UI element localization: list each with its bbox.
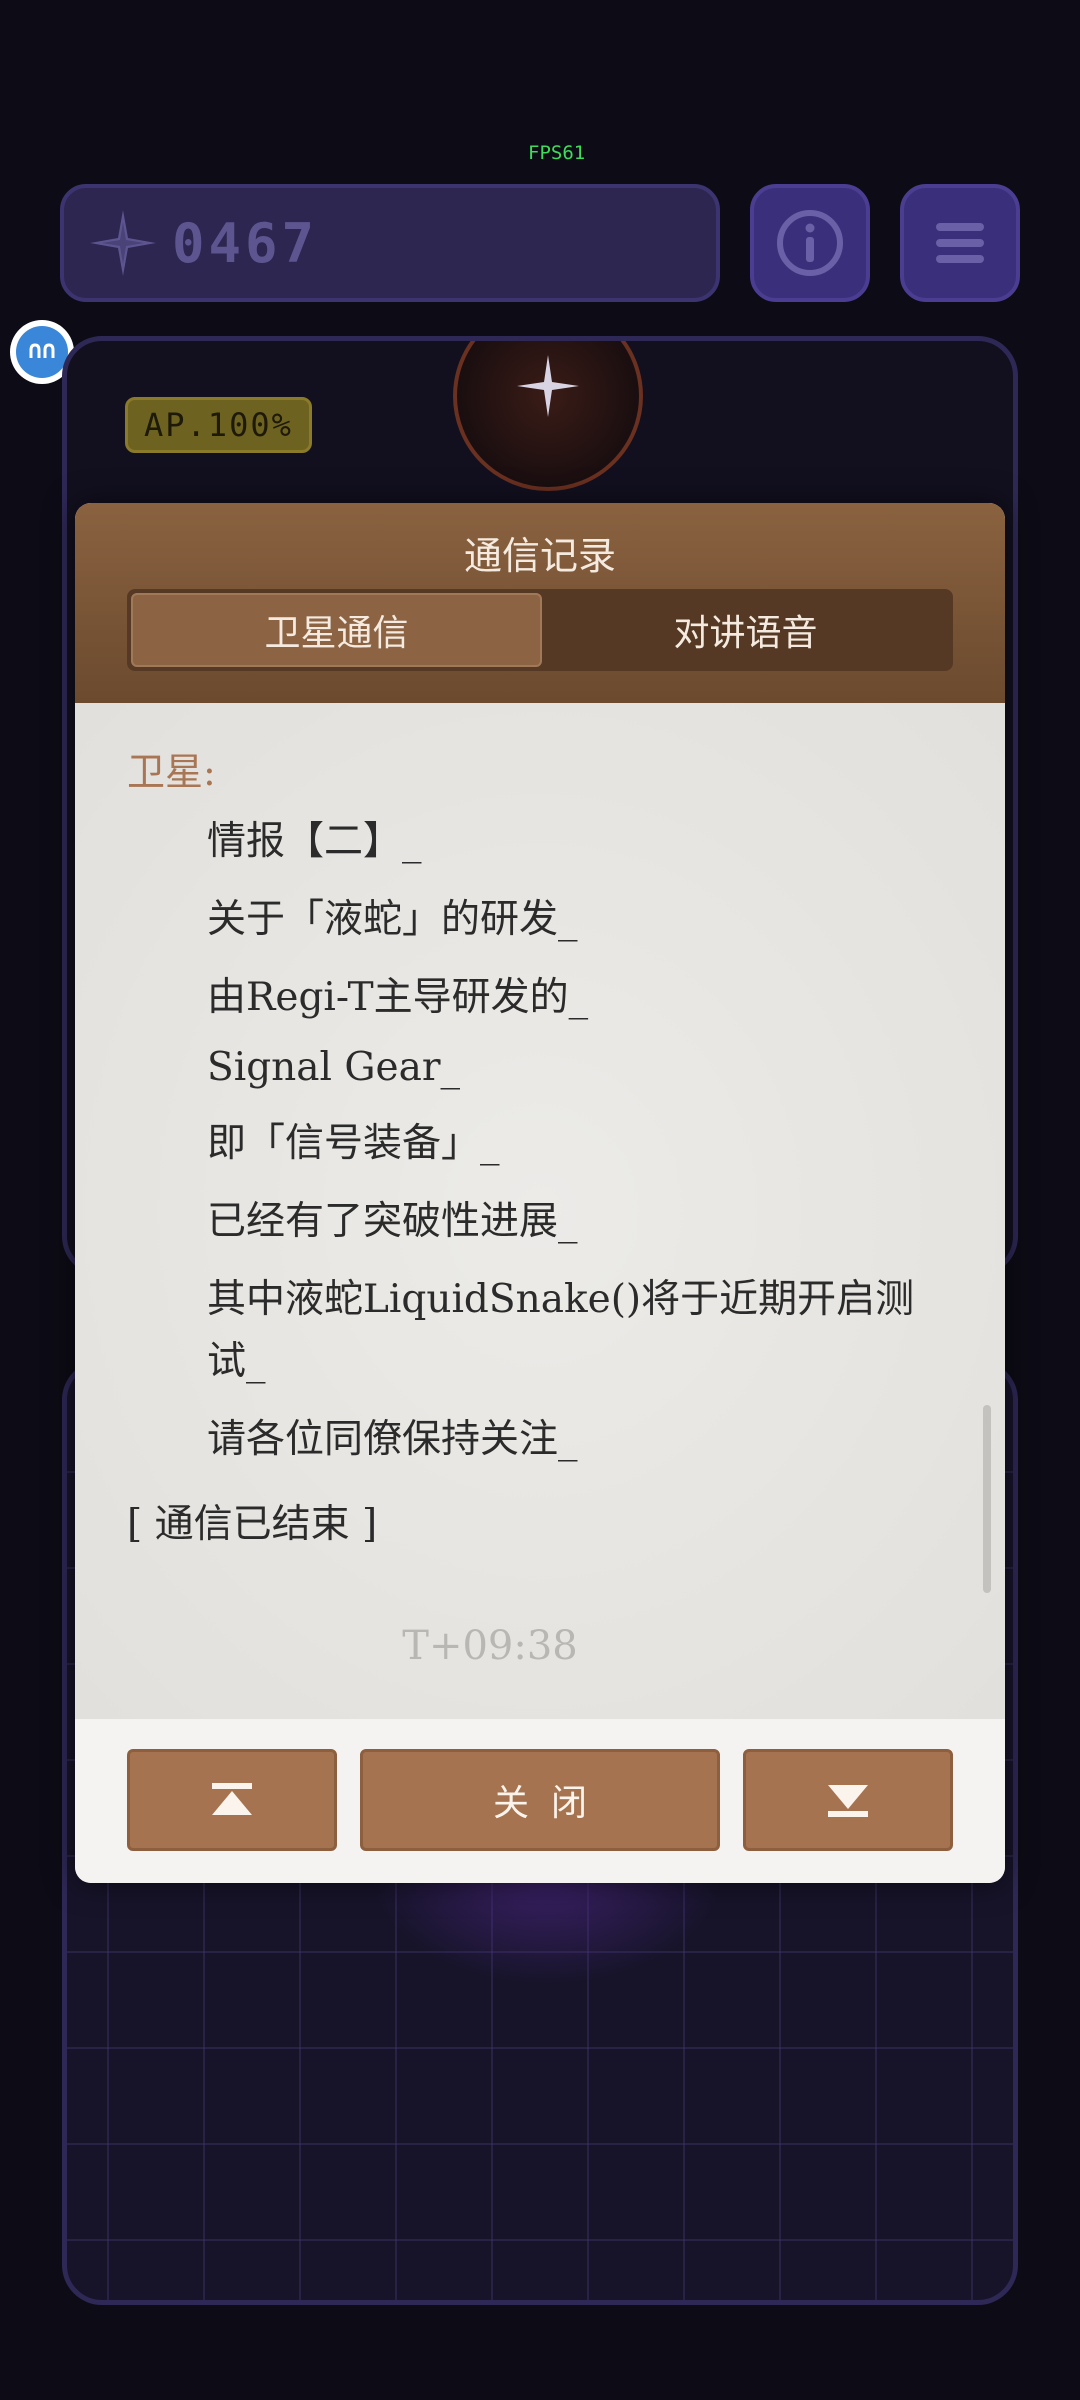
sparkle-icon bbox=[517, 355, 579, 417]
dialog-title: 通信记录 bbox=[463, 534, 616, 578]
message-line: 关于「液蛇」的研发_ bbox=[207, 897, 578, 942]
face-icon bbox=[29, 343, 55, 358]
timestamp: T+09:38 bbox=[402, 1623, 578, 1669]
message-scroll-area[interactable]: 卫星: 情报【二】_ 关于「液蛇」的研发_ 由Regi-T主导研发的_ Sign… bbox=[75, 703, 1005, 1719]
compass-star-icon bbox=[90, 210, 156, 276]
message-line: 即「信号装备」_ bbox=[207, 1121, 500, 1166]
hamburger-menu-icon bbox=[936, 223, 984, 263]
message-line: 请各位同僚保持关注_ bbox=[207, 1417, 578, 1462]
fps-counter: FPS61 bbox=[528, 142, 586, 164]
end-of-transmission: [ 通信已结束 ] bbox=[127, 1502, 378, 1547]
info-icon bbox=[777, 210, 843, 276]
tab-voice[interactable]: 对讲语音 bbox=[542, 593, 949, 667]
message-line: 情报【二】_ bbox=[207, 819, 422, 864]
dialog-header: 通信记录 卫星通信 对讲语音 bbox=[75, 503, 1005, 703]
scrollbar[interactable] bbox=[983, 1405, 991, 1593]
message-line: 已经有了突破性进展_ bbox=[207, 1199, 578, 1244]
tab-bar: 卫星通信 对讲语音 bbox=[127, 589, 953, 671]
comm-log-dialog: 通信记录 卫星通信 对讲语音 卫星: 情报【二】_ 关于「液蛇」的研发_ 由Re… bbox=[75, 503, 1005, 1883]
scroll-to-bottom-icon bbox=[828, 1785, 868, 1817]
score-display: 0467 bbox=[60, 184, 720, 302]
ap-badge: AP.100% bbox=[125, 397, 312, 453]
message-line: 其中液蛇LiquidSnake()将于近期开启测 bbox=[207, 1277, 915, 1322]
avatar bbox=[16, 326, 68, 378]
scroll-bottom-button[interactable] bbox=[743, 1749, 953, 1851]
message-line: 由Regi-T主导研发的_ bbox=[207, 975, 589, 1020]
tab-satellite[interactable]: 卫星通信 bbox=[131, 593, 542, 667]
speaker-label: 卫星: bbox=[127, 750, 216, 794]
scroll-top-button[interactable] bbox=[127, 1749, 337, 1851]
dialog-footer: 关闭 bbox=[75, 1719, 1005, 1883]
score-value: 0467 bbox=[172, 211, 319, 275]
close-button[interactable]: 关闭 bbox=[360, 1749, 720, 1851]
info-button[interactable] bbox=[750, 184, 870, 302]
scroll-to-top-icon bbox=[212, 1783, 252, 1815]
message-line: 试_ bbox=[207, 1339, 266, 1384]
menu-button[interactable] bbox=[900, 184, 1020, 302]
message-line: Signal Gear_ bbox=[207, 1045, 461, 1090]
